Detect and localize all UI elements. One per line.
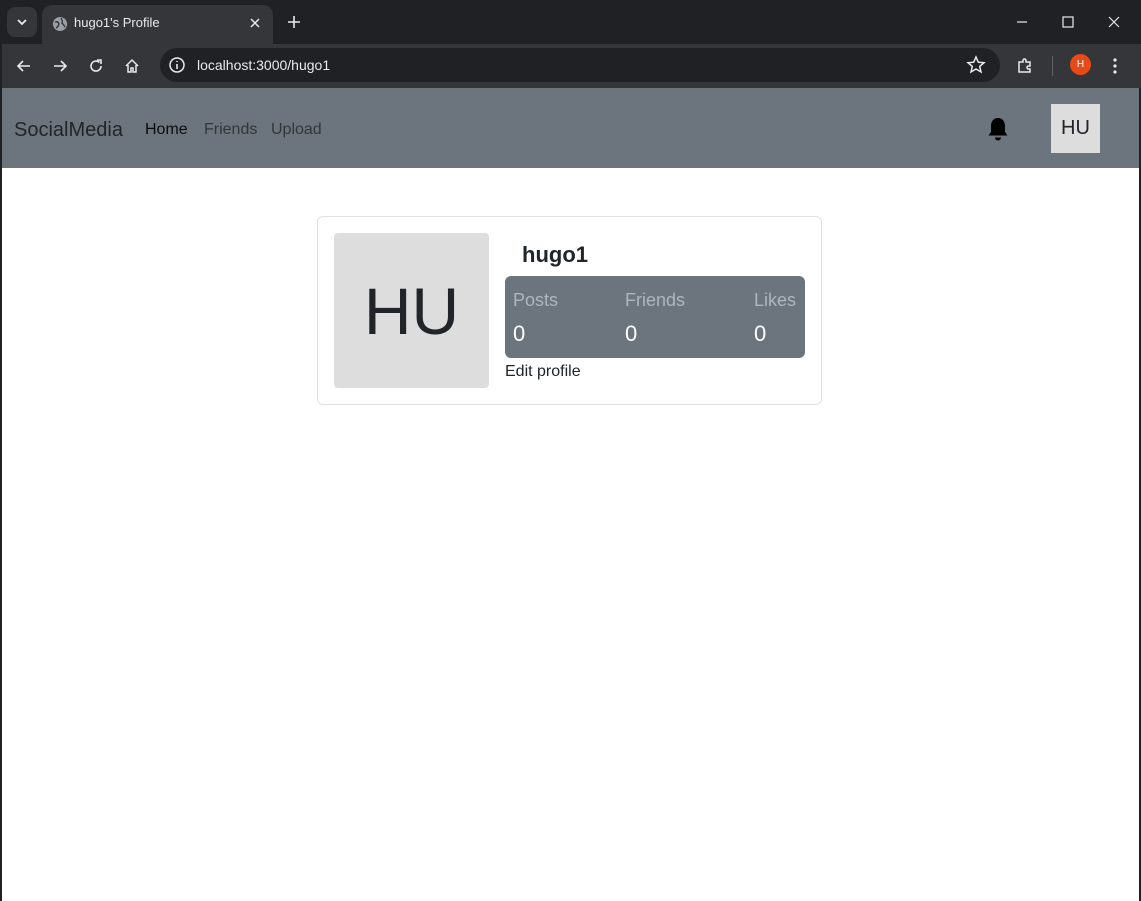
browser-toolbar: localhost:3000/hugo1 H xyxy=(2,44,1141,88)
globe-icon xyxy=(53,17,67,31)
nav-link-home[interactable]: Home xyxy=(145,120,188,140)
home-button[interactable] xyxy=(118,52,146,80)
extensions-button[interactable] xyxy=(1011,52,1039,80)
puzzle-icon xyxy=(1018,58,1031,73)
nav-link-friends[interactable]: Friends xyxy=(204,120,257,140)
close-icon xyxy=(1108,16,1120,28)
site-info-icon[interactable] xyxy=(168,56,186,74)
app-navbar: SocialMedia Home Friends Upload HU xyxy=(2,88,1139,168)
stat-value-likes: 0 xyxy=(754,321,767,346)
bell-icon[interactable] xyxy=(986,116,1010,142)
profile-avatar: HU xyxy=(334,233,489,388)
more-vertical-icon xyxy=(1113,58,1117,74)
profile-stats: Posts 0 Friends 0 Likes 0 xyxy=(505,276,805,358)
profile-username: hugo1 xyxy=(522,242,588,267)
reload-icon xyxy=(90,59,102,72)
nav-link-upload[interactable]: Upload xyxy=(271,120,322,140)
home-icon xyxy=(125,58,139,73)
minimize-button[interactable] xyxy=(1008,8,1036,36)
plus-icon xyxy=(288,16,300,28)
reload-button[interactable] xyxy=(82,52,110,80)
close-window-button[interactable] xyxy=(1100,8,1128,36)
tab-strip: hugo1's Profile xyxy=(0,0,1141,44)
stat-label-likes: Likes xyxy=(754,290,797,310)
url-text[interactable]: localhost:3000/hugo1 xyxy=(197,57,330,73)
browser-profile-avatar[interactable]: H xyxy=(1070,54,1091,75)
minimize-icon xyxy=(1017,21,1027,23)
browser-tab[interactable]: hugo1's Profile xyxy=(42,5,273,44)
address-bar[interactable]: localhost:3000/hugo1 xyxy=(160,48,1000,82)
forward-button[interactable] xyxy=(46,52,74,80)
back-button[interactable] xyxy=(10,52,38,80)
edit-profile-link[interactable]: Edit profile xyxy=(505,362,581,382)
arrow-left-icon xyxy=(16,60,30,72)
toolbar-separator xyxy=(1052,56,1053,76)
stat-value-friends: 0 xyxy=(625,321,638,346)
browser-menu-button[interactable] xyxy=(1101,52,1129,80)
profile-card: HU hugo1 Posts 0 Friends 0 Likes 0 Edit … xyxy=(317,216,822,405)
chevron-down-icon xyxy=(17,19,27,26)
user-avatar[interactable]: HU xyxy=(1051,104,1100,153)
close-tab-icon[interactable] xyxy=(245,13,265,33)
maximize-icon xyxy=(1062,16,1074,28)
brand-link[interactable]: SocialMedia xyxy=(14,118,123,142)
stat-label-friends: Friends xyxy=(625,290,686,310)
tab-title: hugo1's Profile xyxy=(74,15,160,30)
new-tab-button[interactable] xyxy=(282,10,306,34)
stat-value-posts: 0 xyxy=(513,321,526,346)
stat-label-posts: Posts xyxy=(513,290,559,310)
arrow-right-icon xyxy=(54,60,68,72)
maximize-button[interactable] xyxy=(1054,8,1082,36)
bookmark-star-icon[interactable] xyxy=(966,55,986,75)
tab-search-button[interactable] xyxy=(7,7,37,37)
page-viewport: SocialMedia Home Friends Upload HU HU hu… xyxy=(2,88,1139,901)
